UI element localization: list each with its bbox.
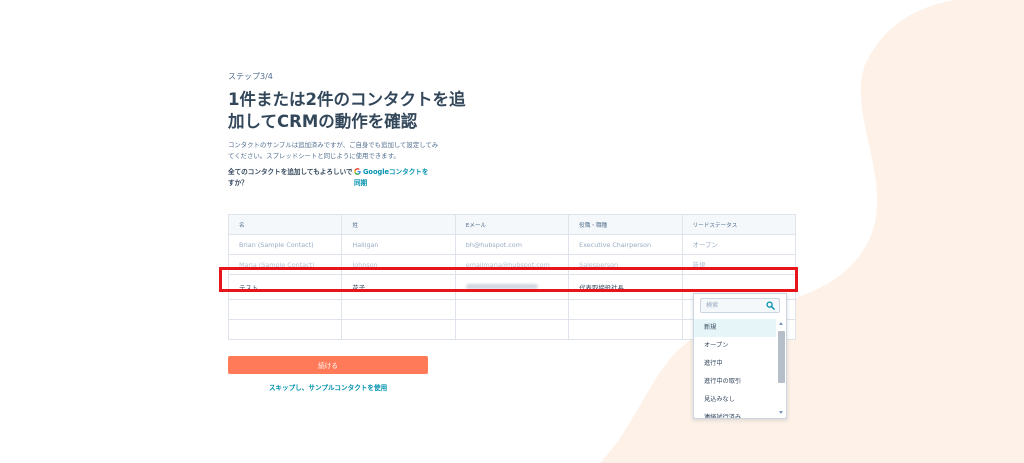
column-header-last-name: 姓: [341, 214, 456, 235]
dropdown-option-in-progress[interactable]: 進行中: [694, 355, 776, 373]
dropdown-option-open-deal[interactable]: 進行中の取引: [694, 373, 776, 391]
redacted-email: [465, 284, 538, 289]
table-cell[interactable]: [454, 299, 570, 320]
column-header-job-title: 役職・職種: [568, 214, 683, 235]
table-cell[interactable]: 代表取締役社長: [568, 274, 683, 300]
dropdown-option-open[interactable]: オープン: [694, 337, 776, 355]
table-row: Brian (Sample Contact) Halligan bh@hubsp…: [227, 234, 797, 255]
column-header-lead-status: リードステータス: [681, 214, 797, 235]
table-cell[interactable]: オープン: [681, 234, 797, 255]
table-cell[interactable]: [341, 319, 456, 340]
table-cell[interactable]: 花子: [341, 274, 456, 300]
table-cell[interactable]: [227, 299, 343, 320]
lead-status-dropdown: 新規 オープン 進行中 進行中の取引 見込みなし 連絡試行済み: [693, 293, 787, 419]
step-indicator: ステップ3/4: [228, 72, 273, 81]
table-cell[interactable]: テスト: [227, 274, 343, 300]
table-cell[interactable]: Brian (Sample Contact): [227, 234, 343, 255]
google-sync-link[interactable]: Googleコンタクトを同期: [354, 167, 434, 189]
dropdown-options: 新規 オープン 進行中 進行中の取引 見込みなし 連絡試行済み: [694, 319, 776, 418]
column-header-first-name: 名: [227, 214, 343, 235]
google-icon: [354, 168, 361, 175]
scroll-thumb[interactable]: [778, 331, 785, 383]
description-text: コンタクトのサンプルは追加済みですが、ご自身でも追加して設定してみてください。ス…: [228, 141, 439, 160]
dropdown-scrollbar[interactable]: [778, 321, 785, 415]
skip-link[interactable]: スキップし、サンプルコンタクトを使用: [228, 382, 428, 392]
dropdown-option-new[interactable]: 新規: [694, 319, 776, 337]
sync-question: 全てのコンタクトを追加してもよろしいですか？: [228, 168, 353, 187]
table-header-row: 名 姓 Eメール 役職・職種 リードステータス: [227, 214, 797, 235]
table-cell-email-redacted[interactable]: [454, 274, 570, 300]
table-cell[interactable]: emailmaria@hubspot.com: [454, 254, 570, 275]
table-cell[interactable]: Halligan: [341, 234, 456, 255]
table-cell[interactable]: [227, 319, 343, 340]
table-cell[interactable]: Johnson: [341, 254, 456, 275]
table-cell[interactable]: Salesperson: [568, 254, 683, 275]
search-icon: [766, 301, 775, 310]
table-row: Maria (Sample Contact) Johnson emailmari…: [227, 254, 797, 275]
table-cell[interactable]: [454, 319, 570, 340]
table-cell[interactable]: Maria (Sample Contact): [227, 254, 343, 275]
table-cell[interactable]: [568, 319, 683, 340]
table-cell[interactable]: bh@hubspot.com: [454, 234, 570, 255]
scroll-up-arrow-icon[interactable]: [779, 322, 783, 325]
table-cell[interactable]: [568, 299, 683, 320]
table-cell[interactable]: 新規: [681, 254, 797, 275]
table-cell[interactable]: Executive Chairperson: [568, 234, 683, 255]
dropdown-option-unqualified[interactable]: 見込みなし: [694, 391, 776, 409]
table-cell[interactable]: [341, 299, 456, 320]
column-header-email: Eメール: [454, 214, 570, 235]
continue-button[interactable]: 続ける: [228, 356, 428, 374]
page-title: 1件または2件のコンタクトを追加してCRMの動作を確認: [228, 90, 466, 131]
dropdown-option-attempted-to-contact[interactable]: 連絡試行済み: [694, 409, 776, 418]
google-sync-label: Googleコンタクトを同期: [354, 168, 429, 187]
scroll-down-arrow-icon[interactable]: [779, 411, 783, 414]
